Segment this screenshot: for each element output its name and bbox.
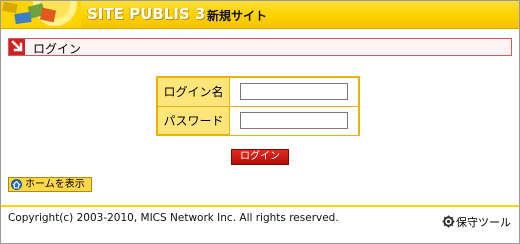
copyright-text: Copyright(c) 2003-2010, MICS Network Inc… [8, 212, 339, 224]
login-name-cell [230, 78, 358, 106]
page-title: ログイン [33, 42, 82, 56]
password-cell [230, 107, 358, 135]
maintenance-tool-icon [442, 215, 455, 228]
page-title-bar: ログイン [8, 38, 512, 56]
logo-graphic [1, 1, 81, 28]
password-row: パスワード [158, 107, 358, 135]
login-form: ログイン名 パスワード [156, 76, 360, 136]
home-icon [11, 179, 22, 190]
site-name: 新規サイト [207, 9, 268, 23]
home-button[interactable]: ホームを表示 [8, 177, 92, 192]
app-header: SITE PUBLIS 3 新規サイト [1, 1, 519, 29]
login-name-input[interactable] [240, 83, 348, 100]
password-input[interactable] [240, 112, 348, 129]
maintenance-tool-label: 保守ツール [456, 216, 511, 229]
login-name-label: ログイン名 [163, 85, 224, 99]
login-button[interactable]: ログイン [231, 149, 289, 165]
brand-logo-text: SITE PUBLIS 3 [87, 5, 206, 23]
login-name-row: ログイン名 [158, 78, 358, 106]
password-label: パスワード [163, 114, 224, 128]
home-button-label: ホームを表示 [25, 179, 85, 190]
arrow-down-right-icon [9, 39, 25, 55]
footer-divider [1, 205, 519, 207]
